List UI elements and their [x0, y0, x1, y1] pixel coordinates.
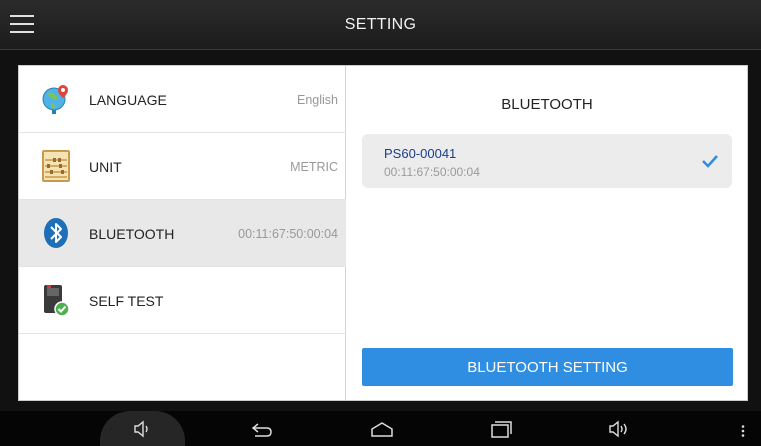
top-bar: SETTING [0, 0, 761, 50]
home-icon[interactable] [370, 419, 394, 439]
volume-up-icon[interactable] [608, 419, 632, 439]
settings-item-value: English [297, 93, 338, 107]
settings-item-label: BLUETOOTH [89, 226, 175, 242]
settings-item-value: METRIC [290, 160, 338, 174]
bluetooth-icon [44, 218, 68, 248]
panel-title: BLUETOOTH [501, 96, 593, 113]
back-icon[interactable] [250, 419, 274, 439]
bluetooth-setting-button[interactable]: BLUETOOTH SETTING [362, 348, 733, 386]
settings-item-language[interactable]: LANGUAGE English [19, 66, 346, 133]
device-address: 00:11:67:50:00:04 [384, 165, 480, 179]
overflow-menu-icon[interactable] [741, 425, 745, 437]
settings-item-label: LANGUAGE [89, 92, 167, 108]
settings-list: LANGUAGE English UNIT METRIC BLUETOOTH 0… [19, 66, 346, 400]
recents-icon[interactable] [489, 419, 513, 439]
paired-device-item[interactable]: PS60-00041 00:11:67:50:00:04 [362, 134, 732, 188]
globe-icon [42, 85, 68, 114]
settings-item-unit[interactable]: UNIT METRIC [19, 133, 346, 200]
settings-item-label: UNIT [89, 159, 122, 175]
bluetooth-panel: BLUETOOTH PS60-00041 00:11:67:50:00:04 B… [347, 66, 747, 400]
abacus-icon [42, 150, 70, 182]
checkmark-icon [702, 155, 718, 168]
device-check-icon [44, 285, 70, 317]
volume-down-icon[interactable] [131, 419, 155, 439]
device-name: PS60-00041 [384, 146, 457, 161]
page-title: SETTING [344, 16, 417, 33]
settings-item-self-test[interactable]: SELF TEST [19, 267, 346, 334]
settings-item-bluetooth[interactable]: BLUETOOTH 00:11:67:50:00:04 [19, 200, 346, 267]
system-nav-bar [0, 411, 761, 446]
settings-item-value: 00:11:67:50:00:04 [238, 227, 338, 241]
settings-content: LANGUAGE English UNIT METRIC BLUETOOTH 0… [18, 65, 748, 401]
settings-item-label: SELF TEST [89, 293, 164, 309]
